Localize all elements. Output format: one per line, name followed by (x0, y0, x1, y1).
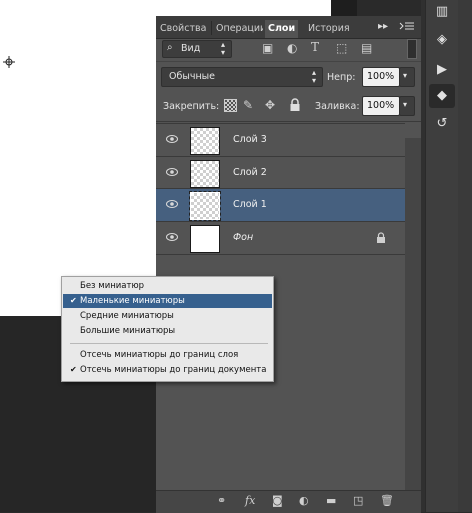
layer-row-selected[interactable]: Слой 1 (156, 188, 405, 221)
blend-mode-value: Обычные (169, 71, 216, 82)
opacity-value: 100% (367, 71, 395, 82)
lock-icon (377, 232, 385, 243)
background-photo-edge (458, 0, 472, 512)
visibility-eye-icon[interactable] (166, 135, 178, 143)
fill-input[interactable]: 100% (362, 96, 400, 116)
menu-item-label: Отсечь миниатюры до границ документа (80, 365, 267, 375)
lock-label: Закрепить: (163, 101, 220, 112)
filter-pixel-icon[interactable]: ▣ (262, 41, 273, 55)
menu-item-label: Маленькие миниатюры (80, 296, 185, 306)
layers-bottom-toolbar: ⚭ fx ◙ ◐ ▬ ◳ 🗑 (156, 490, 421, 513)
lock-position-move-icon[interactable]: ✥ (265, 98, 275, 112)
collapsed-panels-toolbar: ▥ ◈ ▶ ◆ ↺ (425, 0, 458, 512)
fill-label: Заливка: (315, 101, 360, 112)
layer-name: Слой 1 (233, 199, 267, 210)
layer-row[interactable]: Фон (156, 221, 405, 255)
tab-divider (211, 21, 212, 35)
blend-mode-select[interactable]: Обычные ▴ ▾ (161, 67, 323, 87)
layer-row[interactable]: Слой 3 (156, 123, 405, 156)
menu-item-no-thumbnails[interactable]: Без миниатюр (63, 279, 272, 293)
panel-tab-bar: Свойства Операции Слои История ▸▸ (156, 16, 421, 39)
updown-arrows-icon: ▴ ▾ (312, 68, 317, 85)
thumbnail-context-menu: Без миниатюр ✔ Маленькие миниатюры Средни… (61, 276, 274, 382)
opacity-input[interactable]: 100% (362, 67, 400, 87)
opacity-label: Непр: (327, 72, 356, 83)
layer-thumbnail (190, 160, 220, 188)
fx-icon[interactable]: fx (245, 494, 255, 507)
layer-thumbnail (190, 225, 220, 253)
link-icon[interactable]: ⚭ (217, 494, 226, 507)
layer-row[interactable]: Слой 2 (156, 156, 405, 189)
folder-icon[interactable]: ▬ (326, 494, 336, 507)
menu-item-label: Средние миниатюры (80, 311, 174, 321)
layer-name: Слой 3 (233, 134, 267, 145)
filter-smart-object-icon[interactable]: ▤ (361, 41, 372, 55)
filter-kind-select[interactable]: ⌕ Вид ▴ ▾ (162, 40, 232, 58)
filter-toggle-switch[interactable] (407, 39, 417, 59)
tab-layers[interactable]: Слои (265, 20, 299, 38)
filter-type-icon[interactable]: T (311, 40, 319, 54)
lock-image-brush-icon[interactable]: ✎ (243, 98, 253, 112)
chevron-down-icon: ▾ (403, 71, 408, 80)
lock-all-icon[interactable] (289, 98, 301, 112)
canvas-top-dark-strip (331, 0, 357, 16)
filter-shape-icon[interactable]: ⬚ (336, 41, 347, 55)
lock-transparency-icon[interactable] (224, 99, 237, 112)
visibility-eye-icon[interactable] (166, 168, 178, 176)
menu-item-label: Отсечь миниатюры до границ слоя (80, 350, 239, 360)
layer-thumbnail (189, 191, 221, 221)
layer-name: Фон (233, 232, 254, 243)
divider (156, 61, 421, 62)
adjustment-icon[interactable]: ◐ (299, 494, 309, 507)
opacity-dropdown-button[interactable]: ▾ (399, 67, 415, 87)
tab-properties[interactable]: Свойства (160, 20, 206, 38)
panel-menu-icon[interactable] (399, 19, 415, 33)
filter-adjustment-icon[interactable]: ◐ (287, 41, 297, 55)
menu-item-label: Без миниатюр (80, 281, 145, 291)
menu-separator (70, 343, 268, 344)
divider (156, 121, 421, 122)
search-icon: ⌕ (167, 42, 173, 53)
layers-scrollbar[interactable] (405, 138, 421, 512)
tab-history[interactable]: История (308, 20, 350, 38)
layers-panel: Свойства Операции Слои История ▸▸ ⌕ Вид … (156, 16, 421, 513)
menu-item-clip-to-layer[interactable]: Отсечь миниатюры до границ слоя (63, 348, 272, 362)
mask-icon[interactable]: ◙ (272, 494, 283, 507)
fill-dropdown-button[interactable]: ▾ (399, 96, 415, 116)
collapse-arrows-icon[interactable]: ▸▸ (378, 21, 388, 32)
crosshair-cursor-icon (3, 56, 15, 68)
fill-value: 100% (367, 100, 395, 111)
3d-cube-icon[interactable]: ◈ (429, 28, 455, 52)
canvas-top-strip (156, 0, 331, 16)
menu-item-clip-to-document[interactable]: ✔ Отсечь миниатюры до границ документа (63, 363, 272, 377)
tab-actions[interactable]: Операции (216, 20, 263, 38)
menu-item-small-thumbnails[interactable]: ✔ Маленькие миниатюры (63, 294, 272, 308)
filter-kind-label: Вид (181, 43, 201, 54)
checkmark-icon: ✔ (70, 296, 77, 305)
menu-item-label: Большие миниатюры (80, 326, 176, 336)
layers-stack-icon[interactable]: ◆ (429, 84, 455, 108)
menu-item-medium-thumbnails[interactable]: Средние миниатюры (63, 309, 272, 323)
layer-name: Слой 2 (233, 167, 267, 178)
canvas-white-area[interactable] (0, 0, 156, 316)
updown-arrows-icon: ▴ ▾ (221, 40, 226, 57)
checkmark-icon: ✔ (70, 365, 77, 374)
play-actions-icon[interactable]: ▶ (429, 58, 455, 82)
layer-thumbnail (190, 127, 220, 155)
visibility-eye-icon[interactable] (166, 233, 178, 241)
history-icon[interactable]: ↺ (429, 112, 455, 136)
visibility-eye-icon[interactable] (166, 200, 178, 208)
tool-preset-icon[interactable]: ▥ (429, 0, 455, 24)
chevron-down-icon: ▾ (403, 100, 408, 109)
new-layer-icon[interactable]: ◳ (353, 494, 363, 507)
trash-icon[interactable]: 🗑 (380, 494, 394, 507)
menu-item-large-thumbnails[interactable]: Большие миниатюры (63, 324, 272, 338)
